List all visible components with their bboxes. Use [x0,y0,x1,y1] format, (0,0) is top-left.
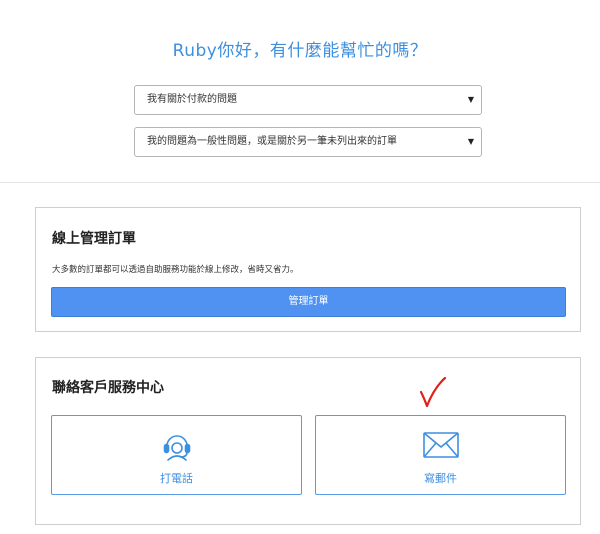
call-button[interactable]: 打電話 [51,415,302,495]
contact-service-panel: 聯絡客戶服務中心 打電話 寫郵件 [35,357,581,525]
page-greeting: Ruby你好，有什麼能幫忙的嗎？ [172,41,428,61]
section-divider [0,182,600,183]
email-label: 寫郵件 [424,472,457,485]
caret-down-icon: ▼ [467,95,474,104]
question-detail-select[interactable]: 我的問題為一般性問題，或是關於另一筆未列出來的訂單 ▼ [134,127,482,157]
contact-service-title: 聯絡客戶服務中心 [52,380,164,396]
manage-order-panel: 線上管理訂單 大多數的訂單都可以透過自助服務功能於線上修改，省時又省力。 管理訂… [35,207,581,332]
question-detail-value: 我的問題為一般性問題，或是關於另一筆未列出來的訂單 [147,136,397,147]
question-type-select[interactable]: 我有關於付款的問題 ▼ [134,85,482,115]
manage-order-button[interactable]: 管理訂單 [51,287,566,317]
email-button[interactable]: 寫郵件 [315,415,566,495]
headset-icon [160,430,194,468]
red-checkmark-annotation [418,376,448,414]
call-label: 打電話 [160,472,193,485]
manage-order-description: 大多數的訂單都可以透過自助服務功能於線上修改，省時又省力。 [52,265,299,275]
manage-order-title: 線上管理訂單 [52,231,136,247]
envelope-icon [422,430,460,464]
question-type-value: 我有關於付款的問題 [147,94,237,105]
caret-down-icon: ▼ [467,137,474,146]
